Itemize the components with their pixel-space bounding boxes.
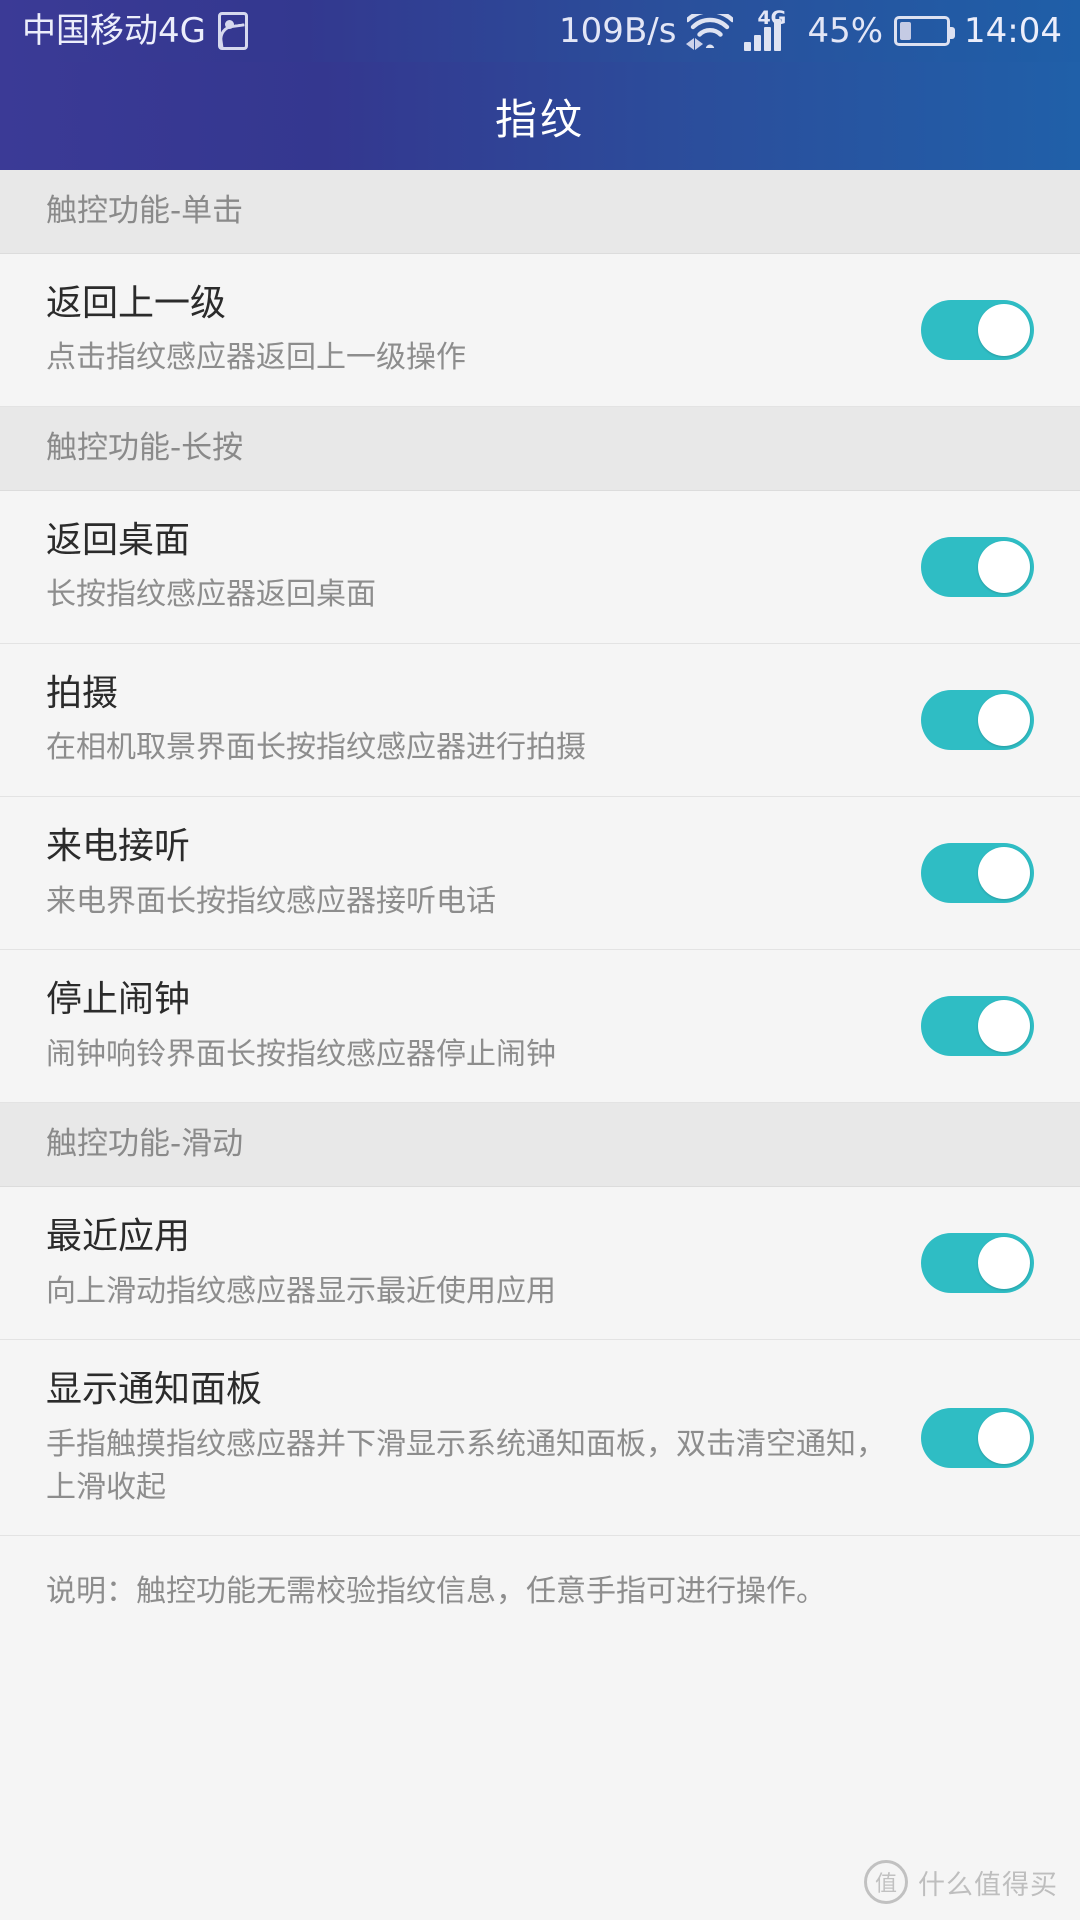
- row-subtitle: 手指触摸指纹感应器并下滑显示系统通知面板，双击清空通知，上滑收起: [46, 1426, 886, 1505]
- settings-row[interactable]: 最近应用向上滑动指纹感应器显示最近使用应用: [0, 1187, 1080, 1341]
- toggle-switch[interactable]: [921, 536, 1034, 597]
- watermark-badge-icon: 值: [864, 1860, 908, 1904]
- settings-row[interactable]: 返回上一级点击指纹感应器返回上一级操作: [0, 253, 1080, 407]
- settings-row[interactable]: 停止闹钟闹钟响铃界面长按指纹感应器停止闹钟: [0, 950, 1080, 1104]
- row-title: 返回上一级: [46, 282, 227, 324]
- toggle-switch[interactable]: [921, 843, 1034, 904]
- settings-row[interactable]: 来电接听来电界面长按指纹感应器接听电话: [0, 797, 1080, 951]
- clock-label: 14:04: [964, 11, 1062, 51]
- toggle-knob: [978, 1000, 1030, 1053]
- page-title: 指纹: [494, 94, 585, 144]
- screenshot-icon: [217, 12, 248, 50]
- row-text: 停止闹钟闹钟响铃界面长按指纹感应器停止闹钟: [46, 976, 921, 1076]
- toggle-knob: [978, 1411, 1030, 1464]
- row-text: 显示通知面板手指触摸指纹感应器并下滑显示系统通知面板，双击清空通知，上滑收起: [46, 1366, 921, 1509]
- status-bar-left: 中国移动4G: [22, 12, 248, 50]
- wifi-icon: [686, 12, 734, 50]
- toggle-knob: [978, 540, 1030, 593]
- row-title: 显示通知面板: [46, 1369, 263, 1411]
- section-header: 触控功能-滑动: [0, 1103, 1080, 1188]
- cellular-signal-icon: 4G: [744, 7, 796, 51]
- row-title: 停止闹钟: [46, 979, 191, 1021]
- row-text: 返回桌面长按指纹感应器返回桌面: [46, 517, 921, 617]
- toggle-knob: [978, 847, 1030, 900]
- row-subtitle: 在相机取景界面长按指纹感应器进行拍摄: [46, 730, 586, 766]
- row-subtitle: 点击指纹感应器返回上一级操作: [46, 340, 466, 376]
- network-speed-label: 109B/s: [559, 11, 677, 51]
- footer-note: 说明：触控功能无需校验指纹信息，任意手指可进行操作。: [46, 1574, 826, 1610]
- row-title: 最近应用: [46, 1216, 191, 1258]
- toggle-switch[interactable]: [921, 689, 1034, 750]
- row-text: 返回上一级点击指纹感应器返回上一级操作: [46, 280, 921, 380]
- settings-row[interactable]: 返回桌面长按指纹感应器返回桌面: [0, 490, 1080, 644]
- settings-row[interactable]: 显示通知面板手指触摸指纹感应器并下滑显示系统通知面板，双击清空通知，上滑收起: [0, 1340, 1080, 1537]
- row-text: 来电接听来电界面长按指纹感应器接听电话: [46, 823, 921, 923]
- toggle-switch[interactable]: [921, 996, 1034, 1057]
- section-header: 触控功能-单击: [0, 170, 1080, 254]
- status-bar-right: 109B/s 4G 45% 14:04: [559, 7, 1062, 51]
- row-subtitle: 来电界面长按指纹感应器接听电话: [46, 883, 496, 919]
- status-bar: 中国移动4G 109B/s 4G 45% 14:04: [0, 0, 1080, 62]
- toggle-knob: [978, 303, 1030, 356]
- settings-row[interactable]: 拍摄在相机取景界面长按指纹感应器进行拍摄: [0, 643, 1080, 798]
- watermark-label: 什么值得买: [918, 1869, 1058, 1901]
- signal-bars: [744, 19, 782, 51]
- toggle-switch[interactable]: [921, 1407, 1034, 1468]
- data-transfer-arrows-icon: [686, 38, 704, 50]
- row-text: 拍摄在相机取景界面长按指纹感应器进行拍摄: [46, 670, 921, 770]
- row-text: 最近应用向上滑动指纹感应器显示最近使用应用: [46, 1213, 921, 1313]
- settings-list: 触控功能-单击返回上一级点击指纹感应器返回上一级操作触控功能-长按返回桌面长按指…: [0, 170, 1080, 1537]
- app-bar: 指纹: [0, 62, 1080, 170]
- battery-percent-label: 45%: [807, 11, 884, 51]
- row-title: 返回桌面: [46, 519, 191, 561]
- watermark: 值 什么值得买: [864, 1860, 1058, 1904]
- carrier-label: 中国移动4G: [22, 11, 206, 51]
- toggle-switch[interactable]: [921, 299, 1034, 360]
- row-subtitle: 长按指纹感应器返回桌面: [46, 577, 376, 613]
- row-subtitle: 闹钟响铃界面长按指纹感应器停止闹钟: [46, 1036, 556, 1072]
- row-subtitle: 向上滑动指纹感应器显示最近使用应用: [46, 1273, 556, 1309]
- row-title: 来电接听: [46, 826, 191, 868]
- battery-icon: [894, 16, 956, 46]
- toggle-knob: [978, 693, 1030, 746]
- toggle-switch[interactable]: [921, 1233, 1034, 1294]
- phone-screen: 中国移动4G 109B/s 4G 45% 14:04 指纹 触控功能-单击 返回…: [0, 0, 1080, 1920]
- row-title: 拍摄: [46, 672, 119, 714]
- section-header: 触控功能-长按: [0, 406, 1080, 491]
- toggle-knob: [978, 1237, 1030, 1290]
